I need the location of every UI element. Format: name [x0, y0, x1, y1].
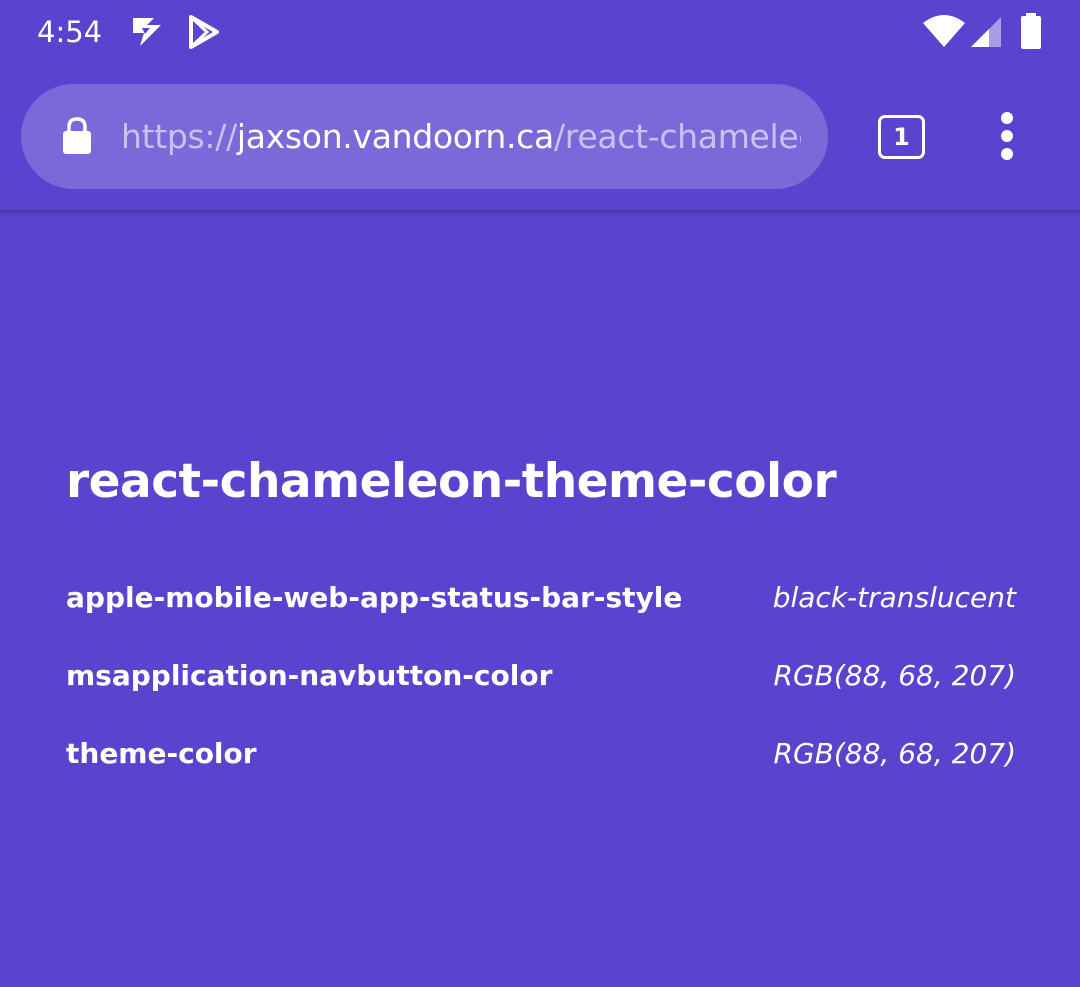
menu-dot-icon: [1001, 130, 1013, 142]
url-path: /react-chameleon-theme-color: [553, 117, 801, 156]
play-store-icon: [189, 15, 219, 49]
overflow-menu-button[interactable]: [990, 112, 1024, 160]
meta-value: RGB(88, 68, 207): [773, 737, 1016, 770]
browser-screen: 4:54 https://jaxson.vandoorn.ca/react-ch…: [0, 0, 1080, 987]
meta-row: msapplication-navbutton-color RGB(88, 68…: [66, 656, 1016, 696]
menu-dot-icon: [1001, 112, 1013, 124]
meta-name: theme-color: [66, 737, 257, 770]
play-games-icon: [133, 18, 161, 46]
tab-count: 1: [893, 123, 910, 151]
url-host: jaxson.vandoorn.ca: [236, 117, 554, 156]
url-text[interactable]: https://jaxson.vandoorn.ca/react-chamele…: [121, 117, 801, 157]
status-bar: 4:54: [0, 0, 1080, 64]
battery-icon: [1021, 13, 1041, 49]
meta-name: apple-mobile-web-app-status-bar-style: [66, 581, 683, 614]
url-scheme: https://: [121, 117, 237, 156]
meta-row: apple-mobile-web-app-status-bar-style bl…: [66, 578, 1016, 618]
meta-value: black-translucent: [772, 581, 1016, 614]
wifi-icon: [923, 15, 965, 47]
meta-name: msapplication-navbutton-color: [66, 659, 553, 692]
page-content: react-chameleon-theme-color apple-mobile…: [0, 210, 1080, 987]
menu-dot-icon: [1001, 148, 1013, 160]
meta-row: theme-color RGB(88, 68, 207): [66, 734, 1016, 774]
status-time: 4:54: [37, 15, 103, 49]
address-bar[interactable]: https://jaxson.vandoorn.ca/react-chamele…: [21, 84, 828, 189]
cell-signal-icon: [971, 17, 1001, 47]
browser-toolbar: https://jaxson.vandoorn.ca/react-chamele…: [0, 64, 1080, 210]
meta-value: RGB(88, 68, 207): [773, 659, 1016, 692]
page-title: react-chameleon-theme-color: [66, 454, 837, 509]
lock-icon: [63, 117, 91, 154]
tab-switcher-button[interactable]: 1: [878, 115, 925, 159]
